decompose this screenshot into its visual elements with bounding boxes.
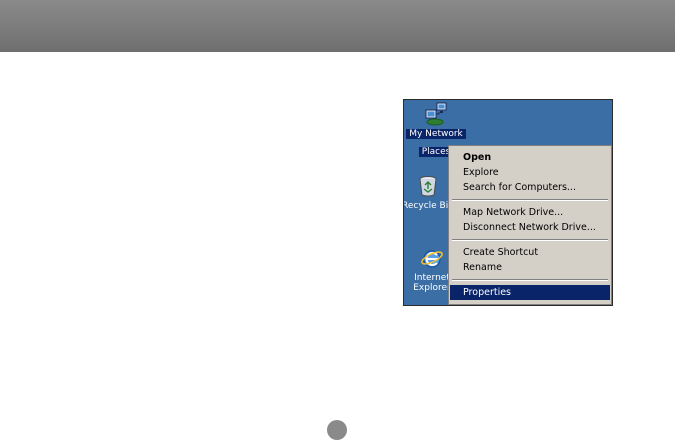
menu-separator [452,279,608,281]
menu-item-properties[interactable]: Properties [450,285,610,300]
menu-item-search-for-computers[interactable]: Search for Computers... [450,180,610,195]
page-marker-dot [327,420,347,440]
recycle-bin-icon [416,174,440,198]
network-places-icon [424,102,448,126]
menu-item-disconnect-network-drive[interactable]: Disconnect Network Drive... [450,220,610,235]
header-bar [0,0,675,52]
menu-separator [452,199,608,201]
internet-explorer-icon [420,246,444,270]
menu-item-rename[interactable]: Rename [450,260,610,275]
menu-item-map-network-drive[interactable]: Map Network Drive... [450,205,610,220]
desktop-icon-label-line-1: My Network [406,129,466,139]
menu-separator [452,239,608,241]
menu-item-create-shortcut[interactable]: Create Shortcut [450,245,610,260]
menu-item-explore[interactable]: Explore [450,165,610,180]
context-menu: Open Explore Search for Computers... Map… [448,145,612,305]
menu-item-open[interactable]: Open [450,150,610,165]
